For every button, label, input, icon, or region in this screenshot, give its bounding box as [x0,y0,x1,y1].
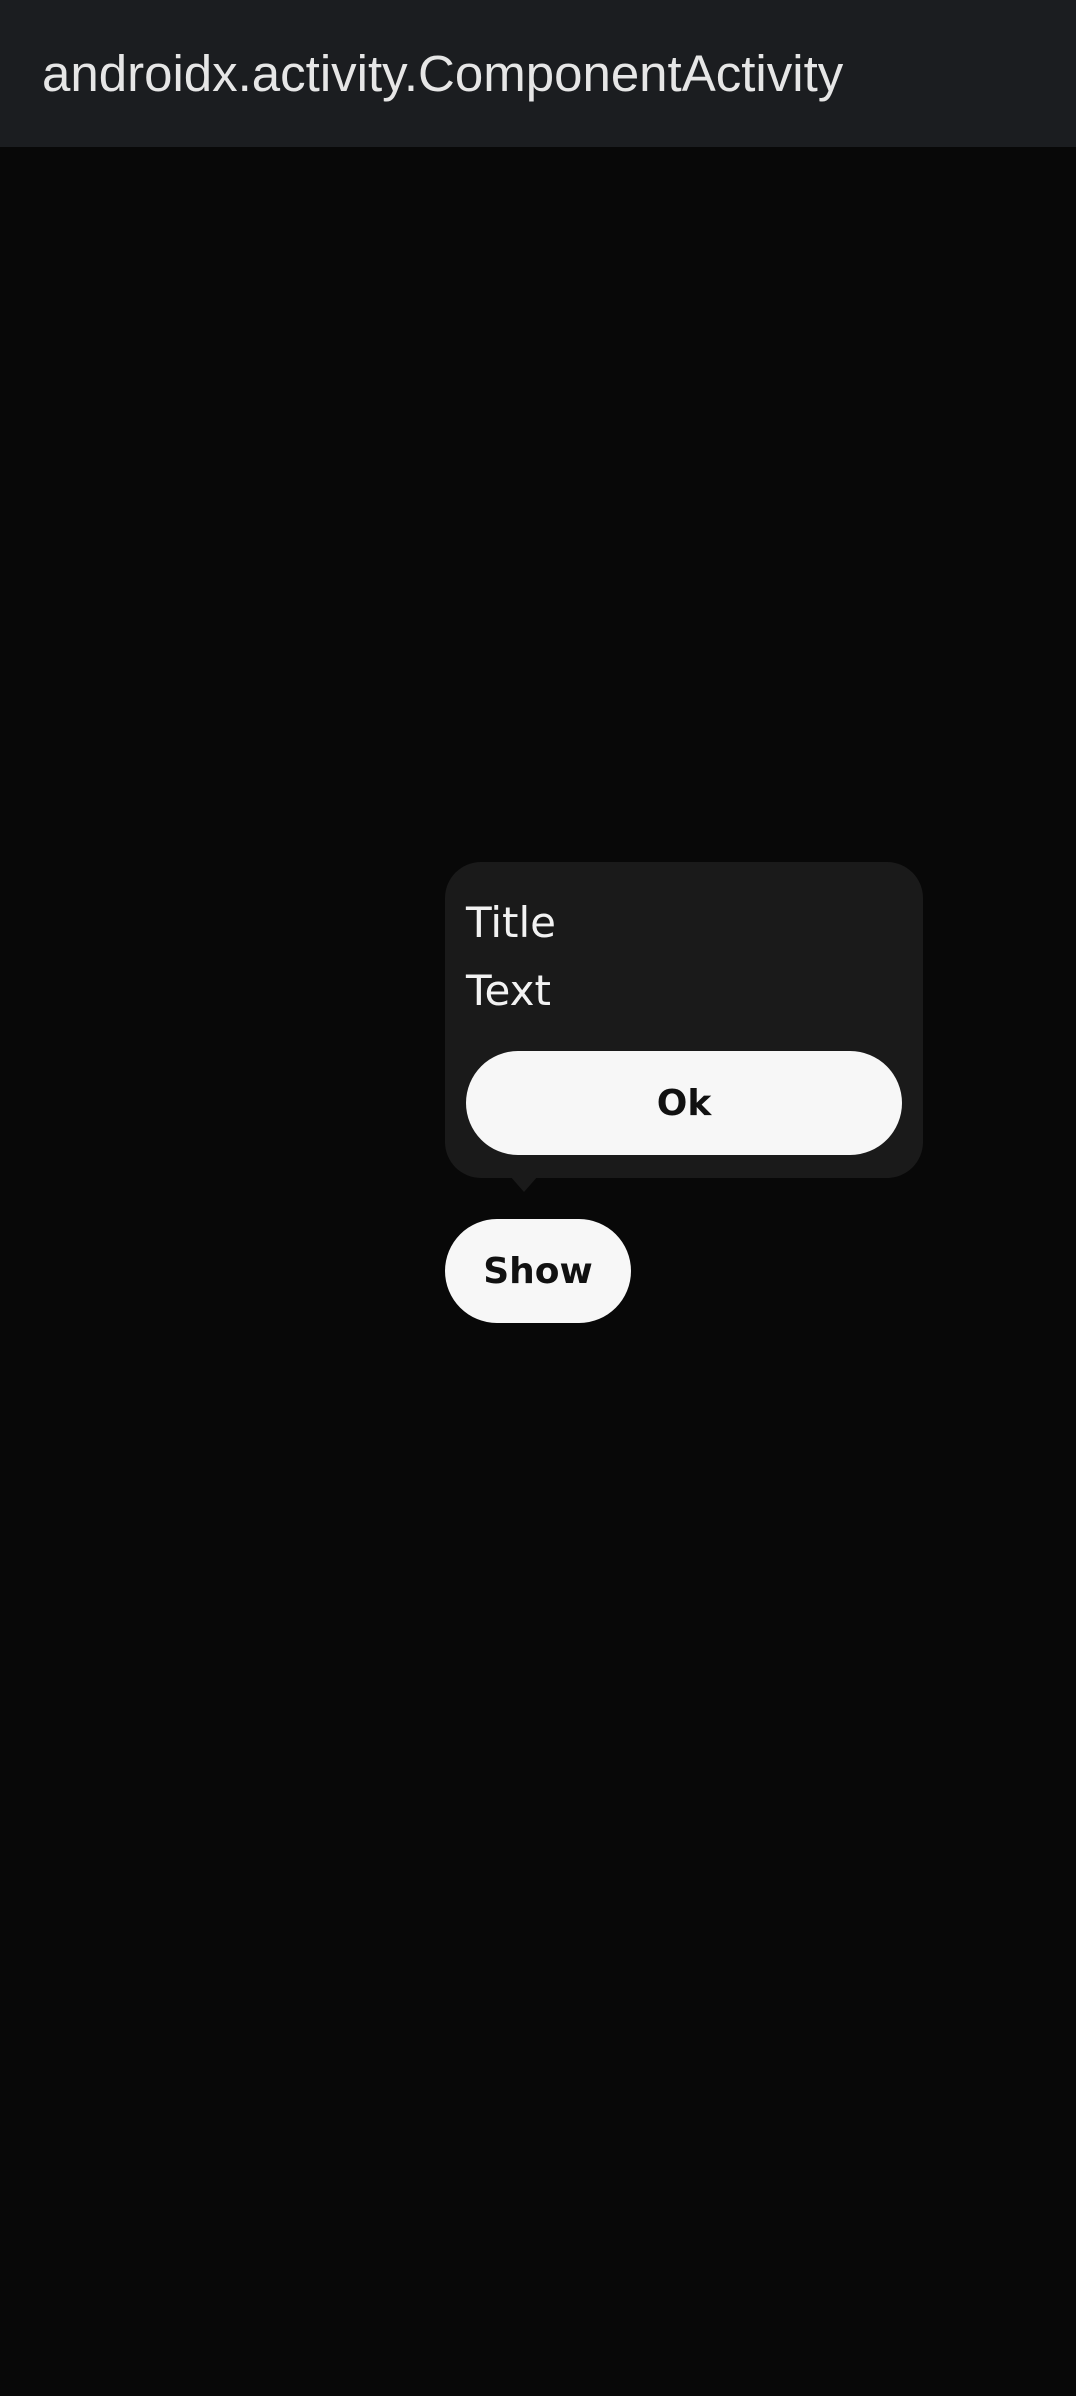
rich-tooltip: Title Text Ok [445,862,923,1178]
tooltip-text: Text [466,966,551,1015]
tooltip-caret [510,1176,538,1192]
tooltip-title: Title [466,898,557,947]
app-bar-title: androidx.activity.ComponentActivity [42,45,844,102]
show-button[interactable]: Show [445,1219,631,1323]
ok-button[interactable]: Ok [466,1051,902,1155]
app-bar: androidx.activity.ComponentActivity [0,0,1076,147]
